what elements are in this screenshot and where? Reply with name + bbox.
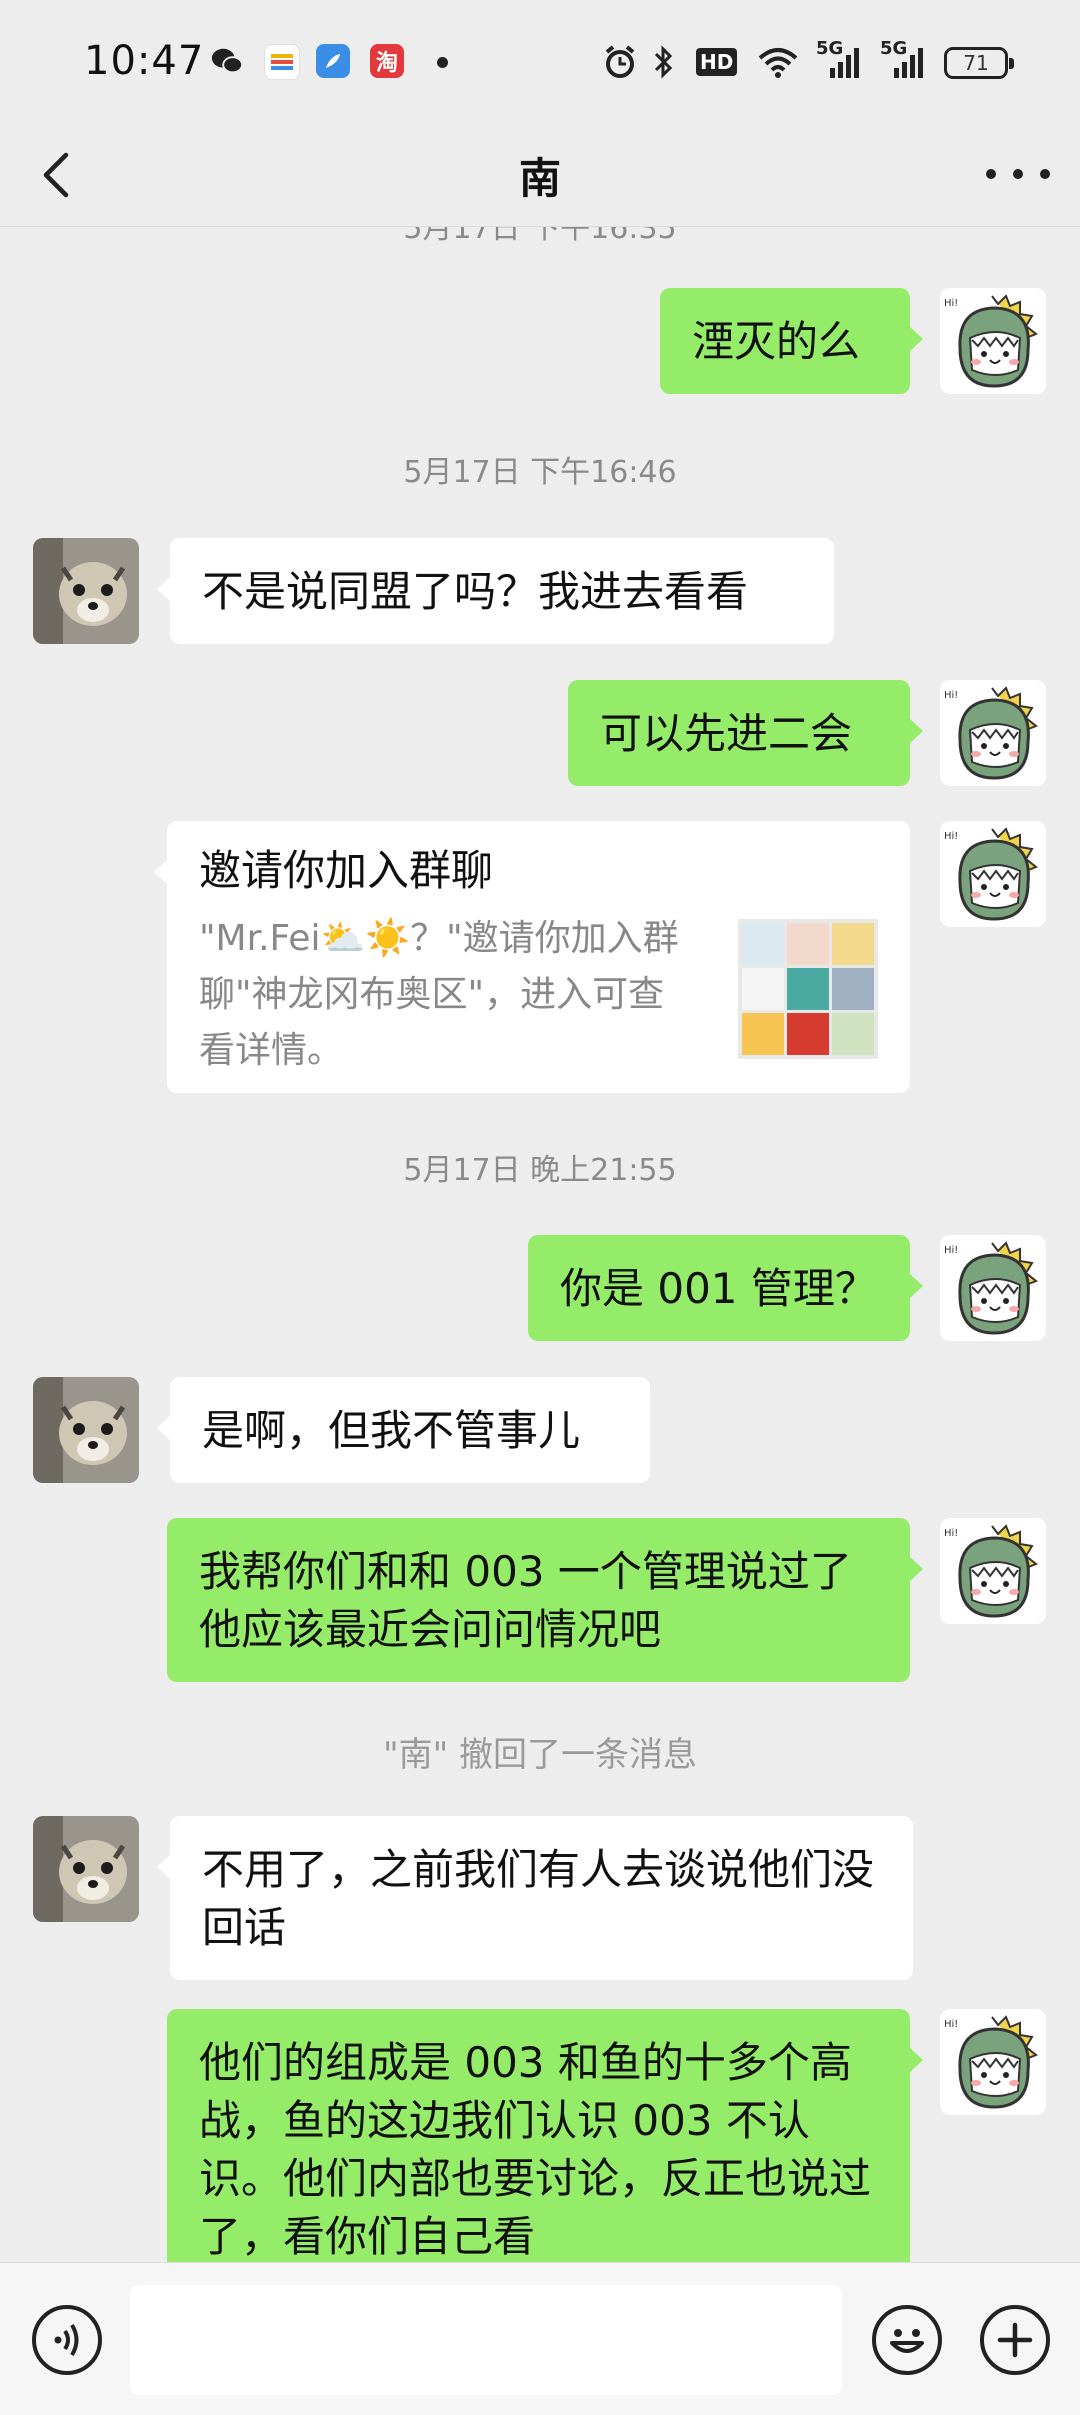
message-list[interactable]: 5月17日 下午16:35 湮灭的么 Hi! 5月17日 下午16:46 不是说… xyxy=(0,227,1080,2262)
more-dot-icon xyxy=(1013,169,1023,179)
group-avatar-grid xyxy=(738,919,878,1059)
battery-indicator: 71 xyxy=(944,47,1014,79)
svg-text:Hi!: Hi! xyxy=(944,1245,958,1256)
voice-input-button[interactable] xyxy=(32,2305,102,2375)
message-bubble-other[interactable]: 是啊，但我不管事儿 xyxy=(157,1377,650,1483)
self-avatar[interactable]: Hi! xyxy=(940,680,1046,786)
self-avatar[interactable]: Hi! xyxy=(940,2009,1046,2115)
message-bubble-other[interactable]: 不用了，之前我们有人去谈说他们没回话 xyxy=(157,1816,913,1980)
emoji-button[interactable] xyxy=(872,2305,942,2375)
contact-avatar[interactable] xyxy=(33,1377,139,1483)
message-bubble-self[interactable]: 可以先进二会 xyxy=(568,680,923,786)
wallet-app-icon xyxy=(264,44,300,80)
self-avatar[interactable]: Hi! xyxy=(940,821,1046,927)
more-notifications-dot xyxy=(437,57,448,68)
status-time: 10:47 xyxy=(84,38,205,84)
message-input[interactable] xyxy=(130,2285,842,2395)
input-bar xyxy=(0,2262,1080,2415)
svg-text:Hi!: Hi! xyxy=(944,2019,958,2030)
hd-voice-icon: HD xyxy=(696,48,738,76)
contact-avatar[interactable] xyxy=(33,538,139,644)
wechat-icon xyxy=(210,44,244,78)
plus-icon xyxy=(997,2322,1033,2358)
message-bubble-other[interactable]: 不是说同盟了吗？我进去看看 xyxy=(157,538,834,644)
timestamp: 5月17日 晚上21:55 xyxy=(403,1153,677,1188)
feather-app-icon xyxy=(316,44,350,78)
self-avatar[interactable]: Hi! xyxy=(940,1518,1046,1624)
more-options-button[interactable] xyxy=(986,149,1050,199)
more-dot-icon xyxy=(1040,169,1050,179)
more-functions-button[interactable] xyxy=(980,2305,1050,2375)
voice-icon xyxy=(54,2323,79,2357)
group-invite-card[interactable]: 邀请你加入群聊 "Mr.Fei⛅☀️？"邀请你加入群聊"神龙冈布奥区"，进入可查… xyxy=(154,821,910,1093)
wifi-icon xyxy=(756,44,800,86)
svg-text:Hi!: Hi! xyxy=(944,298,958,309)
timestamp: 5月17日 下午16:46 xyxy=(403,455,677,490)
timestamp: 5月17日 下午16:35 xyxy=(403,227,677,246)
self-avatar[interactable]: Hi! xyxy=(940,288,1046,394)
chat-title: 南 xyxy=(518,154,561,203)
emoji-icon xyxy=(890,2329,924,2353)
message-bubble-self[interactable]: 他们的组成是 003 和鱼的十多个高战，鱼的这边我们认识 003 不认识。他们内… xyxy=(167,2009,923,2262)
svg-text:Hi!: Hi! xyxy=(944,1528,958,1539)
chat-header: 南 xyxy=(0,125,1080,225)
self-avatar[interactable]: Hi! xyxy=(940,1235,1046,1341)
card-description: "Mr.Fei⛅☀️？"邀请你加入群聊"神龙冈布奥区"，进入可查看详情。 xyxy=(199,918,679,1071)
status-bar: 10:47 淘 HD 5G 5G 71 xyxy=(0,0,1080,130)
alarm-icon xyxy=(602,44,638,86)
card-title: 邀请你加入群聊 xyxy=(199,846,494,895)
svg-text:Hi!: Hi! xyxy=(944,690,958,701)
message-bubble-self[interactable]: 你是 001 管理？ xyxy=(528,1235,923,1341)
recall-notice: "南" 撤回了一条消息 xyxy=(382,1735,698,1775)
taobao-app-icon: 淘 xyxy=(370,44,404,78)
svg-text:Hi!: Hi! xyxy=(944,831,958,842)
more-dot-icon xyxy=(986,169,996,179)
message-bubble-self[interactable]: 湮灭的么 xyxy=(660,288,923,394)
bluetooth-icon xyxy=(652,44,676,86)
contact-avatar[interactable] xyxy=(33,1816,139,1922)
message-bubble-self[interactable]: 我帮你们和和 003 一个管理说过了他应该最近会问问情况吧 xyxy=(167,1518,923,1682)
